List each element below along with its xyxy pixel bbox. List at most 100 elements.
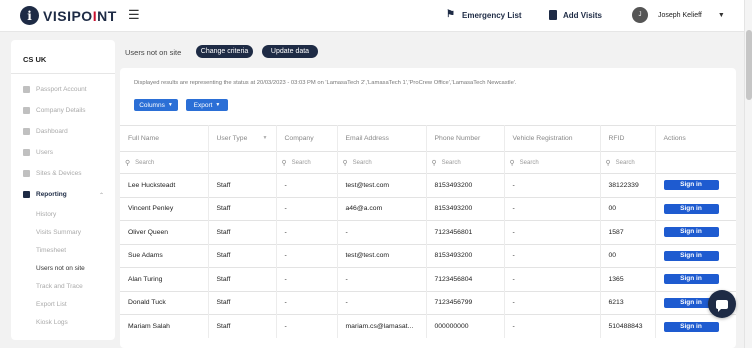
hamburger-icon[interactable]: ☰ (128, 8, 140, 22)
emergency-list-label: Emergency List (462, 10, 522, 20)
cell-actions: Sign in (655, 243, 736, 268)
cell-company: - (276, 173, 338, 197)
cell-phone: 000000000 (426, 314, 505, 338)
search-input[interactable]: Search (616, 160, 635, 166)
sidebar-item-label: Sites & Devices (36, 170, 82, 177)
visit-icon (549, 10, 557, 20)
search-input[interactable]: Search (135, 160, 154, 166)
sidebar-item-label: Passport Account (36, 86, 87, 93)
cell-email: test@test.com (337, 173, 427, 197)
logo-text-end: NT (97, 7, 117, 24)
table-header-row: Full Name User Type ▼ Company Email Addre… (120, 125, 736, 152)
chat-button[interactable] (708, 290, 736, 318)
cell-phone: 7123456804 (426, 267, 505, 291)
user-menu[interactable]: J Joseph Kelieff ▼ (632, 7, 725, 23)
update-data-button[interactable]: Update data (262, 45, 318, 58)
sub-item-track-and-trace[interactable]: Track and Trace (36, 283, 83, 290)
cell-rfid: 00 (600, 243, 656, 268)
report-icon (23, 191, 30, 198)
table-row: Vincent Penley Staff - a46@a.com 8153493… (120, 196, 736, 221)
column-header[interactable]: User Type ▼ (208, 125, 277, 152)
cell-full-name: Sue Adams (120, 243, 209, 268)
search-icon: ⚲ (281, 159, 287, 167)
sub-item-history[interactable]: History (36, 211, 56, 218)
top-bar: i VISIPOINT ☰ ⚑ Emergency List Add Visit… (0, 0, 752, 32)
search-input[interactable]: Search (520, 160, 539, 166)
filter-icon[interactable]: ▼ (263, 135, 268, 141)
cell-company: - (276, 196, 338, 221)
sign-in-button[interactable]: Sign in (663, 180, 719, 191)
columns-label: Columns (139, 101, 165, 109)
column-header[interactable]: Company (276, 125, 338, 152)
status-text: Displayed results are representing the s… (134, 80, 517, 86)
chevron-up-icon[interactable]: ⌃ (99, 192, 104, 199)
column-header[interactable]: Phone Number (426, 125, 505, 152)
cell-rfid: 00 (600, 196, 656, 221)
devices-icon (23, 170, 30, 177)
column-header: Actions (655, 125, 736, 152)
page-title: Users not on site (125, 48, 182, 57)
sign-in-button[interactable]: Sign in (663, 227, 719, 238)
change-criteria-button[interactable]: Change criteria (196, 45, 253, 58)
cell-user-type: Staff (208, 220, 277, 244)
search-icon: ⚲ (342, 159, 348, 167)
sidebar-item-reporting[interactable]: Reporting (23, 191, 67, 198)
sidebar-item-passport-account[interactable]: Passport Account (23, 86, 87, 93)
cell-user-type: Staff (208, 290, 277, 315)
sign-in-button[interactable]: Sign in (663, 250, 719, 261)
export-label: Export (193, 101, 213, 109)
passport-icon (23, 86, 30, 93)
columns-dropdown[interactable]: Columns ▼ (134, 99, 178, 111)
sidebar-item-dashboard[interactable]: Dashboard (23, 128, 68, 135)
sign-in-button[interactable]: Sign in (663, 321, 719, 332)
building-icon (23, 107, 30, 114)
user-name: Joseph Kelieff (658, 11, 702, 19)
divider (11, 73, 115, 74)
search-cell: ⚲ Search (120, 151, 209, 174)
sub-item-kiosk-logs[interactable]: Kiosk Logs (36, 319, 68, 326)
caret-down-icon: ▼ (215, 102, 221, 108)
sub-item-export-list[interactable]: Export List (36, 301, 67, 308)
column-header[interactable]: Email Address (337, 125, 427, 152)
table-row: Mariam Salah Staff - mariam.cs@lamasat..… (120, 314, 736, 338)
sub-item-users-not-on-site[interactable]: Users not on site (36, 265, 85, 272)
sidebar-item-sites-devices[interactable]: Sites & Devices (23, 170, 82, 177)
add-visits-button[interactable]: Add Visits (549, 10, 602, 20)
export-dropdown[interactable]: Export ▼ (186, 99, 228, 111)
cell-email: mariam.cs@lamasat... (337, 314, 427, 338)
cell-company: - (276, 220, 338, 244)
cell-full-name: Vincent Penley (120, 196, 209, 221)
search-cell: ⚲ Search (600, 151, 656, 174)
search-input[interactable]: Search (292, 160, 311, 166)
page-scrollbar[interactable] (744, 0, 752, 348)
cell-user-type: Staff (208, 267, 277, 291)
search-icon: ⚲ (509, 159, 515, 167)
caret-down-icon: ▼ (167, 102, 173, 108)
cell-rfid: 510488843 (600, 314, 656, 338)
scrollbar-thumb[interactable] (746, 30, 752, 100)
chat-icon (716, 299, 728, 312)
sub-item-visits-summary[interactable]: Visits Summary (36, 229, 81, 236)
visipoint-logo[interactable]: i VISIPOINT (20, 6, 117, 25)
cell-email: test@test.com (337, 243, 427, 268)
logo-text: VISIPOINT (43, 8, 117, 24)
emergency-list-button[interactable]: ⚑ Emergency List (446, 10, 522, 20)
column-header[interactable]: Vehicle Registration (504, 125, 601, 152)
cell-actions: Sign in (655, 267, 736, 291)
sidebar-item-label: Company Details (36, 107, 86, 114)
avatar: J (632, 7, 648, 23)
sign-in-button[interactable]: Sign in (663, 203, 719, 214)
sign-in-button[interactable]: Sign in (663, 274, 719, 285)
cell-email: - (337, 220, 427, 244)
users-table: Full Name User Type ▼ Company Email Addre… (120, 125, 736, 338)
cell-email: - (337, 267, 427, 291)
sidebar-item-company-details[interactable]: Company Details (23, 107, 86, 114)
search-input[interactable]: Search (442, 160, 461, 166)
search-input[interactable]: Search (353, 160, 372, 166)
column-header[interactable]: RFID (600, 125, 656, 152)
cell-full-name: Mariam Salah (120, 314, 209, 338)
column-header[interactable]: Full Name (120, 125, 209, 152)
cell-full-name: Donald Tuck (120, 290, 209, 315)
sub-item-timesheet[interactable]: Timesheet (36, 247, 66, 254)
sidebar-item-users[interactable]: Users (23, 149, 53, 156)
